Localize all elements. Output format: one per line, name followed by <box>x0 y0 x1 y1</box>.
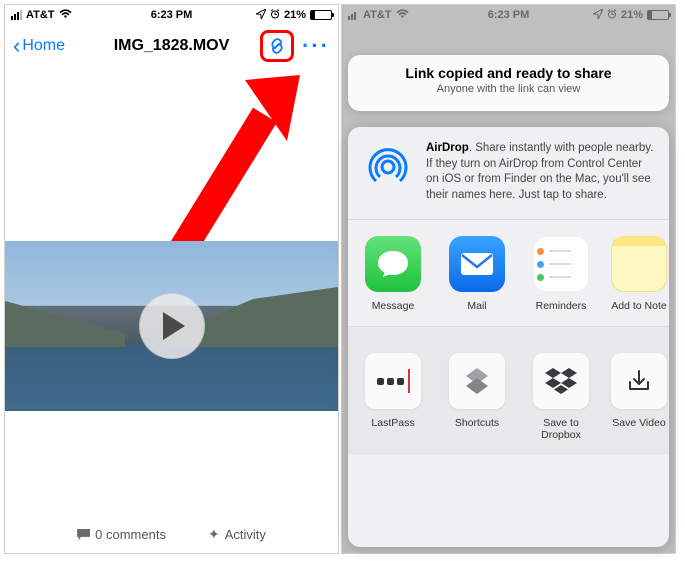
action-save-video[interactable]: Save Video <box>610 353 668 441</box>
airdrop-text: AirDrop. Share instantly with people nea… <box>426 141 655 203</box>
share-sheet[interactable]: AirDrop. Share instantly with people nea… <box>348 127 669 547</box>
app-label: Message <box>358 300 428 312</box>
comments-button[interactable]: 0 comments <box>77 526 166 543</box>
signal-bars-icon <box>11 10 22 20</box>
action-label: Save Video <box>610 417 668 429</box>
bolt-icon: ✦ <box>208 526 220 543</box>
status-bar: AT&T 6:23 PM 21% <box>5 5 338 25</box>
status-bar: AT&T 6:23 PM 21% <box>342 5 675 25</box>
carrier-label: AT&T <box>363 9 392 21</box>
wifi-icon <box>396 9 409 22</box>
toast-title: Link copied and ready to share <box>348 65 669 81</box>
phone-left: AT&T 6:23 PM 21% ‹Home IMG_1828.MOV ··· <box>4 4 339 554</box>
mail-icon <box>449 236 505 292</box>
phone-right: AT&T 6:23 PM 21% 0 comments ✦Activity Li… <box>341 4 676 554</box>
wifi-icon <box>59 9 72 22</box>
share-actions-row: LastPass Shortcuts Save to Dropbox Save … <box>348 327 669 455</box>
location-icon <box>256 9 266 22</box>
carrier-label: AT&T <box>26 9 55 21</box>
download-icon <box>611 353 667 409</box>
battery-pct: 21% <box>284 9 306 21</box>
share-app-notes[interactable]: Add to Note <box>610 236 668 312</box>
link-copied-toast: Link copied and ready to share Anyone wi… <box>348 55 669 111</box>
battery-icon <box>647 10 669 20</box>
app-label: Add to Note <box>610 300 668 312</box>
activity-label: Activity <box>225 527 266 542</box>
reminders-icon <box>533 236 589 292</box>
footer-bar: 0 comments ✦ Activity <box>5 526 338 543</box>
airdrop-icon <box>362 141 414 193</box>
play-button-icon[interactable] <box>139 293 205 359</box>
battery-pct: 21% <box>621 9 643 21</box>
share-app-message[interactable]: Message <box>358 236 428 312</box>
toast-subtitle: Anyone with the link can view <box>348 83 669 95</box>
location-icon <box>593 9 603 22</box>
back-label: Home <box>22 37 65 55</box>
action-shortcuts[interactable]: Shortcuts <box>442 353 512 441</box>
dropbox-icon <box>533 353 589 409</box>
scenery-hill <box>5 301 125 347</box>
airdrop-section[interactable]: AirDrop. Share instantly with people nea… <box>348 127 669 220</box>
message-icon <box>365 236 421 292</box>
app-label: Reminders <box>526 300 596 312</box>
alarm-icon <box>270 9 280 22</box>
comment-icon <box>77 529 90 541</box>
chevron-left-icon: ‹ <box>13 35 20 57</box>
action-save-dropbox[interactable]: Save to Dropbox <box>526 353 596 441</box>
action-label: LastPass <box>358 417 428 429</box>
battery-icon <box>310 10 332 20</box>
share-app-reminders[interactable]: Reminders <box>526 236 596 312</box>
signal-bars-icon <box>348 10 359 20</box>
action-label: Shortcuts <box>442 417 512 429</box>
shortcuts-icon <box>449 353 505 409</box>
action-label: Save to Dropbox <box>526 417 596 441</box>
copy-link-button[interactable] <box>266 35 288 57</box>
nav-bar: ‹Home IMG_1828.MOV ··· <box>5 25 338 67</box>
share-apps-row: Message Mail Reminders Add to Note <box>348 220 669 327</box>
video-preview[interactable] <box>5 241 338 411</box>
action-lastpass[interactable]: LastPass <box>358 353 428 441</box>
app-label: Mail <box>442 300 512 312</box>
share-app-mail[interactable]: Mail <box>442 236 512 312</box>
notes-icon <box>611 236 667 292</box>
alarm-icon <box>607 9 617 22</box>
lastpass-icon <box>365 353 421 409</box>
back-button[interactable]: ‹Home <box>13 35 65 57</box>
comments-label: 0 comments <box>95 527 166 542</box>
activity-button[interactable]: ✦ Activity <box>208 526 266 543</box>
more-button[interactable]: ··· <box>302 33 330 59</box>
